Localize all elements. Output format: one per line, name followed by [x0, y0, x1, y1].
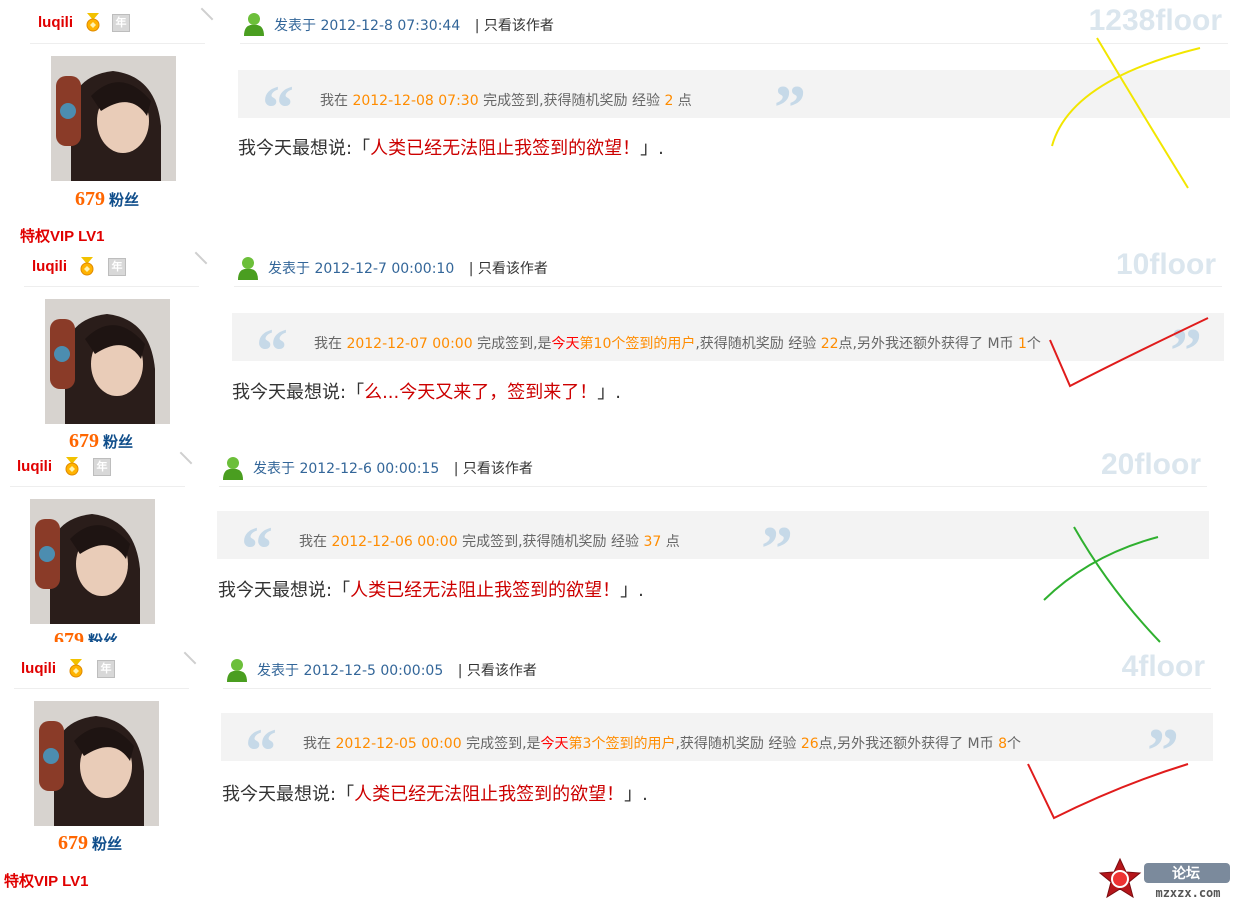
- fans-count[interactable]: 679 粉丝: [54, 629, 118, 642]
- checkin-text: 我在 2012-12-08 07:30 完成签到,获得随机奖励 经验 2 点: [320, 93, 692, 109]
- logo-star-icon: 论坛 mzxzx.com: [1098, 857, 1230, 900]
- year-badge-icon: 年: [97, 660, 115, 678]
- checkin-text: 我在 2012-12-06 00:00 完成签到,获得随机奖励 经验 37 点: [299, 534, 680, 550]
- divider: [219, 486, 1207, 487]
- only-author-link[interactable]: 只看该作者: [478, 261, 548, 277]
- posted-time: 2012-12-5 00:00:05: [303, 663, 444, 679]
- posted-label: 发表于: [257, 663, 299, 679]
- fans-count[interactable]: 679 粉丝: [58, 832, 122, 855]
- medal-icon: [65, 457, 79, 476]
- divider: [183, 651, 197, 665]
- mood-message: 我今天最想说:「人类已经无法阻止我签到的欲望！」.: [238, 138, 664, 159]
- open-quote-icon: “: [262, 72, 294, 143]
- forum-logo: 论坛 mzxzx.com: [1096, 857, 1234, 901]
- posted-label: 发表于: [253, 461, 295, 477]
- divider: [10, 486, 185, 487]
- year-badge-icon: 年: [93, 458, 111, 476]
- vip-level: 特权VIP LV1: [20, 228, 105, 245]
- divider: [30, 43, 205, 44]
- svg-text:论坛: 论坛: [1172, 865, 1200, 882]
- open-quote-icon: “: [256, 315, 288, 386]
- user-online-icon: [223, 457, 243, 480]
- username-link[interactable]: luqili: [38, 14, 73, 31]
- divider: [223, 688, 1211, 689]
- divider: [240, 43, 1228, 44]
- avatar-image: [34, 701, 159, 826]
- divider: [24, 286, 199, 287]
- post-meta: 发表于 2012-12-6 00:00:15 | 只看该作者: [253, 458, 533, 478]
- only-author-link[interactable]: 只看该作者: [467, 663, 537, 679]
- posted-time: 2012-12-8 07:30:44: [320, 18, 461, 34]
- avatar-image: [51, 56, 176, 181]
- floor-number[interactable]: 20floor: [1039, 448, 1201, 482]
- checkin-text: 我在 2012-12-07 00:00 完成签到,是今天第10个签到的用户,获得…: [314, 336, 1041, 352]
- medal-icon: [86, 13, 100, 32]
- user-online-icon: [227, 659, 247, 682]
- username-link[interactable]: luqili: [21, 660, 56, 677]
- vip-level: 特权VIP LV1: [4, 873, 89, 890]
- year-badge-icon: 年: [108, 258, 126, 276]
- checkin-quote: “ 我在 2012-12-06 00:00 完成签到,获得随机奖励 经验 37 …: [217, 511, 1209, 581]
- avatar-image: [45, 299, 170, 424]
- open-quote-icon: “: [241, 513, 273, 584]
- post-4: luqili 年 679 粉丝 特权VIP LV1 发表于 2012-12-5 …: [0, 646, 1234, 901]
- divider: [194, 251, 208, 265]
- mood-message: 我今天最想说:「么...今天又来了，签到来了！」.: [232, 382, 621, 403]
- checkin-quote: “ 我在 2012-12-08 07:30 完成签到,获得随机奖励 经验 2 点…: [238, 70, 1230, 140]
- divider: [14, 688, 189, 689]
- username-link[interactable]: luqili: [17, 458, 52, 475]
- post-meta: 发表于 2012-12-7 00:00:10 | 只看该作者: [268, 258, 548, 278]
- post-20: luqili 年 679 粉丝 发表于 2012-12-6 00:00:15 |…: [0, 444, 1234, 644]
- user-online-icon: [238, 257, 258, 280]
- avatar[interactable]: [34, 701, 159, 826]
- year-badge-icon: 年: [112, 14, 130, 32]
- avatar[interactable]: [30, 499, 155, 624]
- user-online-icon: [244, 13, 264, 36]
- avatar[interactable]: [51, 56, 176, 181]
- posted-label: 发表于: [274, 18, 316, 34]
- divider: [234, 286, 1222, 287]
- close-quote-icon: ”: [761, 513, 793, 584]
- checkin-quote: “ 我在 2012-12-07 00:00 完成签到,是今天第10个签到的用户,…: [232, 313, 1224, 383]
- separator: |: [468, 261, 474, 277]
- svg-text:mzxzx.com: mzxzx.com: [1155, 886, 1220, 900]
- separator: |: [453, 461, 459, 477]
- medal-icon: [69, 659, 83, 678]
- mood-message: 我今天最想说:「人类已经无法阻止我签到的欲望！」.: [218, 580, 644, 601]
- avatar-image: [30, 499, 155, 624]
- medal-icon: [80, 257, 94, 276]
- divider: [200, 7, 214, 21]
- post-1238: luqili 年 679 粉丝 特权VIP LV1 发表于 2012-12-8 …: [0, 0, 1234, 250]
- open-quote-icon: “: [245, 715, 277, 786]
- divider: [179, 451, 193, 465]
- avatar[interactable]: [45, 299, 170, 424]
- checkin-text: 我在 2012-12-05 00:00 完成签到,是今天第3个签到的用户,获得随…: [303, 736, 1021, 752]
- close-quote-icon: ”: [1147, 715, 1179, 786]
- only-author-link[interactable]: 只看该作者: [463, 461, 533, 477]
- close-quote-icon: ”: [1170, 315, 1202, 386]
- separator: |: [474, 18, 480, 34]
- close-quote-icon: ”: [774, 72, 806, 143]
- only-author-link[interactable]: 只看该作者: [484, 18, 554, 34]
- mood-message: 我今天最想说:「人类已经无法阻止我签到的欲望！」.: [222, 784, 648, 805]
- fans-count[interactable]: 679 粉丝: [75, 188, 139, 211]
- checkin-quote: “ 我在 2012-12-05 00:00 完成签到,是今天第3个签到的用户,获…: [221, 713, 1213, 783]
- post-meta: 发表于 2012-12-8 07:30:44 | 只看该作者: [274, 15, 554, 35]
- post-meta: 发表于 2012-12-5 00:00:05 | 只看该作者: [257, 660, 537, 680]
- separator: |: [457, 663, 463, 679]
- posted-label: 发表于: [268, 261, 310, 277]
- floor-number[interactable]: 1238floor: [1060, 4, 1222, 38]
- posted-time: 2012-12-6 00:00:15: [299, 461, 440, 477]
- username-link[interactable]: luqili: [32, 258, 67, 275]
- floor-number[interactable]: 4floor: [1043, 650, 1205, 684]
- posted-time: 2012-12-7 00:00:10: [314, 261, 455, 277]
- floor-number[interactable]: 10floor: [1054, 248, 1216, 282]
- post-10: luqili 年 679 粉丝 发表于 2012-12-7 00:00:10 |…: [0, 244, 1234, 452]
